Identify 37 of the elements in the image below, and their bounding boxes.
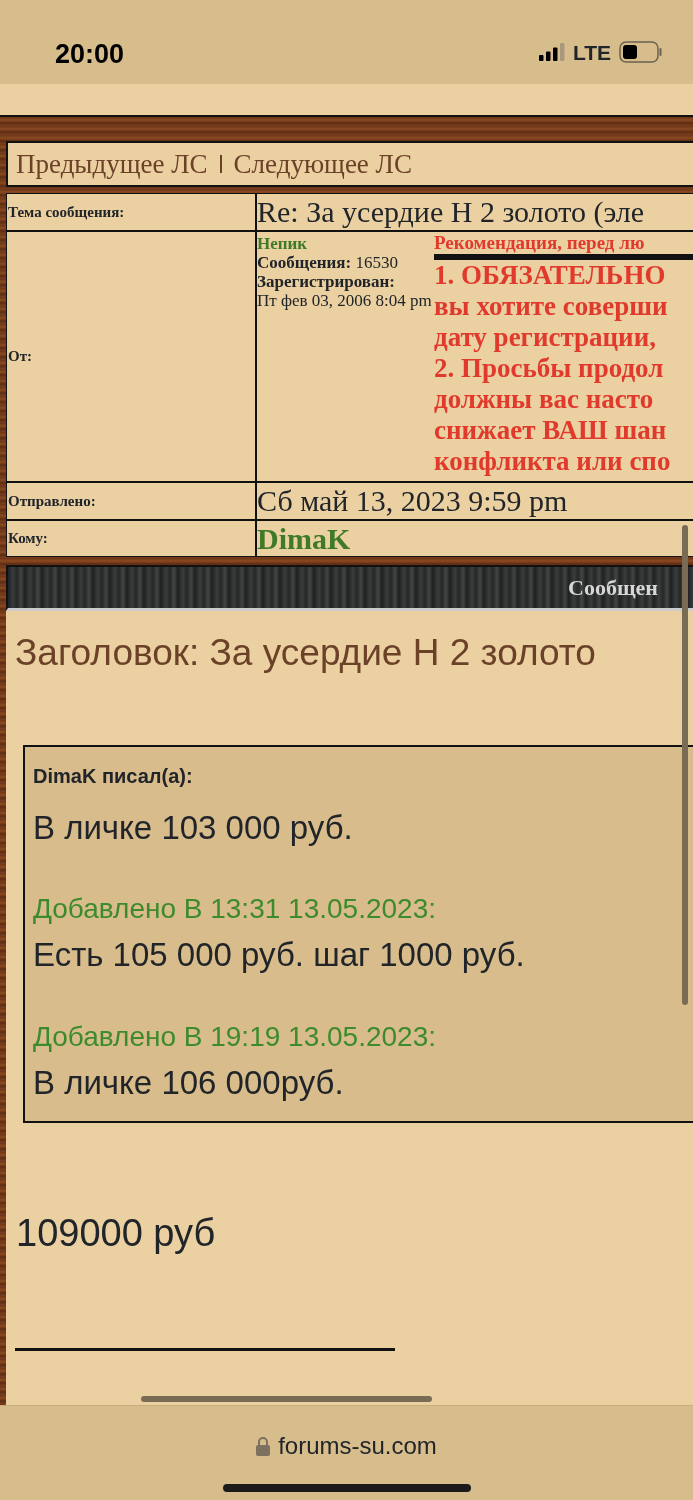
field-label: Сообщения: [257, 253, 352, 272]
lock-icon [256, 1436, 271, 1456]
subject-text: Re: За усердие Н 2 золото (эле [257, 195, 645, 228]
notice-title: Рекомендация, перед лю [434, 232, 693, 260]
author-name: Непик [257, 234, 309, 253]
nav-link[interactable]: Предыдущее ЛС [16, 143, 208, 185]
notice-line: 2. Просьбы продол [434, 353, 665, 384]
notice-line: вы хотите соверши [434, 291, 669, 322]
field-label: От: [8, 347, 33, 367]
header-title: Сообщен [568, 574, 658, 602]
notice-line: должны вас насто [434, 384, 655, 415]
added-note: Добавлено В 19:19 13.05.2023: [33, 1019, 437, 1054]
registered-date: Пт фев 03, 2006 8:04 pm [257, 291, 433, 310]
recipient-name: DimaK [257, 522, 351, 555]
network-label: LTE [572, 39, 611, 66]
notice-line: дату регистрации, [434, 322, 657, 353]
notice-line: 1. ОБЯЗАТЕЛЬНО [434, 260, 667, 291]
signal-icon [538, 43, 565, 62]
battery-icon [619, 41, 663, 64]
field-label: Отправлено: [8, 491, 96, 511]
quote-text: В личке 106 000руб. [33, 1062, 345, 1103]
field-label: Зарегистрирован: [257, 272, 396, 291]
sent-date: Сб май 13, 2023 9:59 pm [257, 484, 568, 517]
nav-link[interactable]: Следующее ЛС [233, 143, 412, 185]
added-note: Добавлено В 13:31 13.05.2023: [33, 892, 437, 926]
notice-line: снижает ВАШ шан [434, 415, 668, 446]
status-time: 20:00 [55, 41, 125, 68]
url-text[interactable]: forums-su.com [278, 1428, 437, 1464]
post-count: 16530 [355, 253, 398, 272]
field-label: Кому: [8, 529, 48, 549]
post-text: 109000 руб [16, 1211, 217, 1256]
post-title: Заголовок: За усердие Н 2 золото [15, 631, 597, 675]
quote-text: Есть 105 000 руб. шаг 1000 руб. [33, 935, 526, 975]
notice-line: конфликта или спо [434, 446, 672, 477]
field-label: Тема сообщения: [8, 202, 125, 222]
quote-text: В личке 103 000 руб. [33, 807, 354, 848]
quote-author: DimaK писал(а): [33, 763, 194, 789]
